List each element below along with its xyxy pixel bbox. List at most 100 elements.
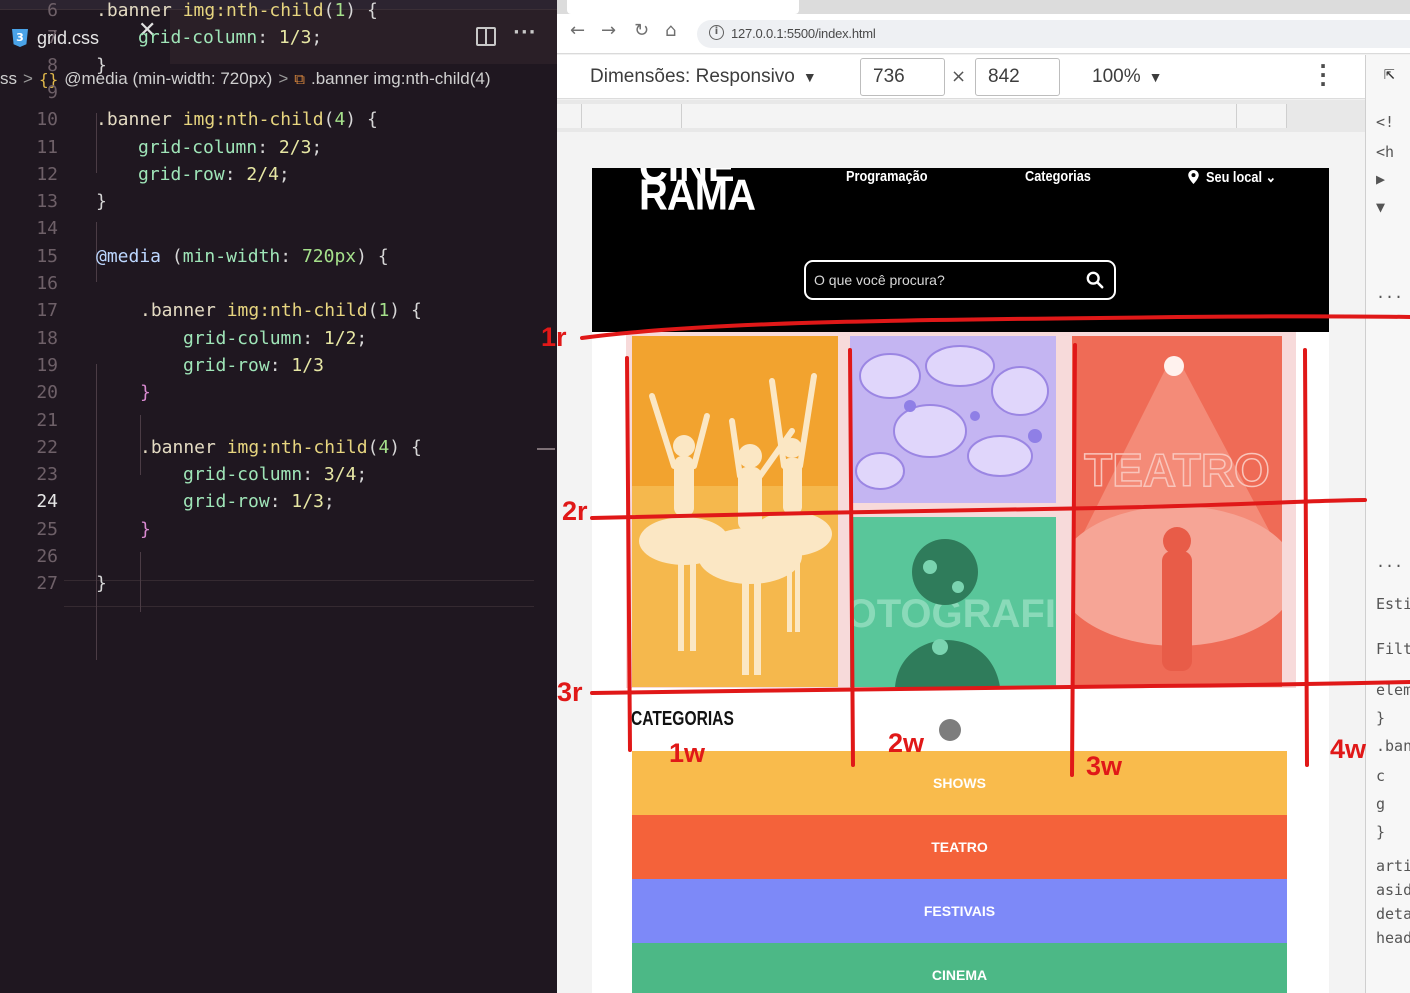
media-query-ruler[interactable] xyxy=(557,100,1365,132)
code-line[interactable]: 25} xyxy=(0,516,557,543)
info-icon[interactable]: i xyxy=(709,25,724,40)
category-festivais[interactable]: FESTIVAIS xyxy=(632,879,1287,943)
code-line[interactable]: 19 grid-row: 1/3 xyxy=(0,352,557,379)
banner-text-teatro: TEATRO xyxy=(1084,444,1270,496)
category-shows[interactable]: SHOWS xyxy=(632,751,1287,815)
ruler-segment[interactable] xyxy=(557,104,582,128)
devtools-line[interactable]: ▼ xyxy=(1376,198,1385,216)
browser-tab[interactable] xyxy=(567,0,799,14)
back-icon[interactable]: ← xyxy=(570,20,585,41)
devtools-line[interactable]: } xyxy=(1376,823,1385,841)
devtools-line[interactable]: } xyxy=(1376,709,1385,727)
code-line[interactable]: 6 .banner img:nth-child(1) { xyxy=(0,0,557,24)
devtools-line[interactable]: Filtr xyxy=(1376,640,1410,658)
line-number: 24 xyxy=(36,491,58,513)
code-line[interactable]: 21 xyxy=(0,407,557,434)
line-number: 9 xyxy=(47,81,58,103)
devtools-line[interactable]: ··· xyxy=(1376,557,1403,575)
line-number: 12 xyxy=(36,163,58,185)
code-line[interactable]: 7 grid-column: 1/3; xyxy=(0,24,557,51)
code-line[interactable]: 12 grid-row: 2/4; xyxy=(0,161,557,188)
devtools-line[interactable]: <h xyxy=(1376,143,1394,161)
line-number: 15 xyxy=(36,245,58,267)
code-line[interactable]: 24 grid-row: 1/3; xyxy=(0,488,557,515)
code-text: } xyxy=(96,54,107,76)
line-number: 10 xyxy=(36,109,58,131)
devtools-line[interactable]: <! xyxy=(1376,113,1394,131)
code-line[interactable]: 10 .banner img:nth-child(4) { xyxy=(0,106,557,133)
nav-programacao[interactable]: Programação xyxy=(846,168,927,185)
inspect-icon[interactable]: ⇱ xyxy=(1384,63,1395,84)
code-line[interactable]: 26 xyxy=(0,543,557,570)
line-number: 23 xyxy=(36,464,58,486)
devtools-line[interactable]: ··· xyxy=(1376,288,1403,306)
zoom-dropdown[interactable]: 100% ▼ xyxy=(1092,66,1162,88)
width-input[interactable]: 736 xyxy=(860,58,945,96)
times-symbol: × xyxy=(951,66,967,87)
nav-seu-local[interactable]: Seu local ⌄ xyxy=(1206,168,1276,186)
code-line[interactable]: 23 grid-column: 3/4; xyxy=(0,461,557,488)
code-line[interactable]: 14 xyxy=(0,215,557,242)
browser-window: ← → ↻ ⌂ i 127.0.0.1:5500/index.html Dime… xyxy=(557,0,1410,993)
devtools-line[interactable]: head xyxy=(1376,929,1410,947)
devtools-line[interactable]: c xyxy=(1376,767,1385,785)
banner-image-dance[interactable] xyxy=(632,336,838,687)
code-line[interactable]: 8} xyxy=(0,52,557,79)
categories-title: CATEGORIAS xyxy=(631,708,734,730)
devtools-line[interactable]: deta xyxy=(1376,905,1410,923)
line-number: 22 xyxy=(36,436,58,458)
ruler-segment[interactable] xyxy=(1237,104,1287,128)
code-line[interactable]: 27} xyxy=(0,570,557,597)
search-input[interactable]: O que você procura? xyxy=(804,260,1116,300)
code-line[interactable]: 9 xyxy=(0,79,557,106)
code-line[interactable]: 11 grid-column: 2/3; xyxy=(0,134,557,161)
code-text: @media (min-width: 720px) { xyxy=(96,245,389,267)
zoom-caret-icon: ▼ xyxy=(1148,69,1163,85)
ruler-segment[interactable] xyxy=(582,104,682,128)
line-number: 8 xyxy=(47,54,58,76)
kebab-icon[interactable]: · · · xyxy=(1319,56,1327,94)
code-line[interactable]: 18 grid-column: 1/2; xyxy=(0,325,557,352)
devtools-line[interactable]: g xyxy=(1376,795,1385,813)
line-number: 6 xyxy=(47,0,58,21)
search-icon[interactable] xyxy=(1086,271,1104,289)
site-logo[interactable]: RAMA xyxy=(639,171,756,221)
banner-image-art[interactable] xyxy=(850,336,1056,503)
code-line[interactable]: 22 .banner img:nth-child(4) { xyxy=(0,434,557,461)
devtools-line[interactable]: asid xyxy=(1376,881,1410,899)
line-number: 7 xyxy=(47,27,58,49)
code-line[interactable]: 20} xyxy=(0,379,557,406)
dimensions-dropdown[interactable]: Dimensões: Responsivo ▼ xyxy=(590,66,817,88)
line-number: 18 xyxy=(36,327,58,349)
code-line[interactable]: 16 xyxy=(0,270,557,297)
category-cinema[interactable]: CINEMA xyxy=(632,943,1287,993)
banner-image-photography[interactable]: FOTOGRAFIA xyxy=(850,517,1056,687)
code-line[interactable]: 17 .banner img:nth-child(1) { xyxy=(0,297,557,324)
nav-categorias[interactable]: Categorias xyxy=(1025,168,1091,185)
nav-seu-local-label: Seu local xyxy=(1206,169,1262,186)
devtools-line[interactable]: .ban xyxy=(1376,737,1410,755)
line-number: 27 xyxy=(36,573,58,595)
forward-icon[interactable]: → xyxy=(601,20,616,41)
line-number: 19 xyxy=(36,354,58,376)
height-input[interactable]: 842 xyxy=(975,58,1060,96)
code-editor: 3 grid.css ✕ ··· ss > {} @media (min-wid… xyxy=(0,0,557,993)
home-icon[interactable]: ⌂ xyxy=(665,20,676,41)
chevron-down-icon: ⌄ xyxy=(1265,169,1277,186)
devtools-line[interactable]: Esti xyxy=(1376,595,1410,613)
devtools-line[interactable]: elem xyxy=(1376,681,1410,699)
code-text: .banner img:nth-child(4) { xyxy=(140,436,422,458)
site-header: CINE RAMA Programação Categorias Seu loc… xyxy=(592,168,1329,332)
line-number: 11 xyxy=(36,136,58,158)
banner-image-theatre[interactable]: TEATRO xyxy=(1072,336,1282,687)
devtools-line[interactable]: ▶ xyxy=(1376,170,1385,188)
reload-icon[interactable]: ↻ xyxy=(634,20,649,41)
url-text[interactable]: 127.0.0.1:5500/index.html xyxy=(731,26,876,41)
code-line[interactable]: 15 @media (min-width: 720px) { xyxy=(0,243,557,270)
category-teatro[interactable]: TEATRO xyxy=(632,815,1287,879)
search-placeholder: O que você procura? xyxy=(814,272,945,288)
page-viewport: CINE RAMA Programação Categorias Seu loc… xyxy=(592,168,1329,993)
devtools-line[interactable]: arti xyxy=(1376,857,1410,875)
ruler-segment[interactable] xyxy=(682,104,1237,128)
code-line[interactable]: 13} xyxy=(0,188,557,215)
